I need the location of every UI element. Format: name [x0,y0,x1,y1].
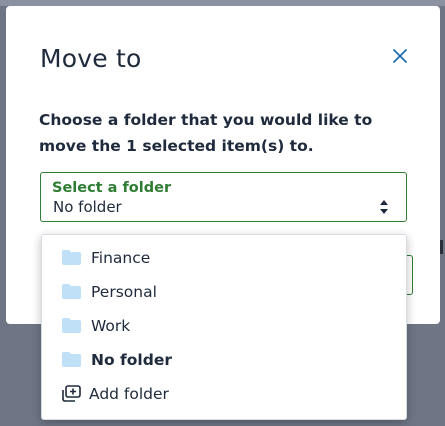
folder-icon [62,352,81,367]
option-label: Add folder [89,385,169,403]
option-finance[interactable]: Finance [42,241,406,275]
folder-icon [62,284,81,299]
option-label: Finance [91,249,151,267]
sort-arrows-icon [379,199,389,215]
folder-icon [62,318,81,333]
option-personal[interactable]: Personal [42,275,406,309]
select-value: No folder [53,198,122,216]
folder-dropdown: Finance Personal Work No folder Add fold… [41,234,407,420]
option-label: No folder [91,351,172,369]
background-edge [440,240,443,254]
option-add-folder[interactable]: Add folder [42,377,406,411]
close-icon[interactable] [390,46,410,66]
dialog-title: Move to [40,44,142,73]
folder-icon [62,250,81,265]
option-label: Personal [91,283,157,301]
option-no-folder[interactable]: No folder [42,343,406,377]
add-folder-icon [62,385,81,402]
folder-select[interactable]: Select a folder No folder [40,172,407,222]
option-label: Work [91,317,131,335]
select-label: Select a folder [52,180,172,196]
option-work[interactable]: Work [42,309,406,343]
dialog-description: Choose a folder that you would like to m… [39,111,373,155]
